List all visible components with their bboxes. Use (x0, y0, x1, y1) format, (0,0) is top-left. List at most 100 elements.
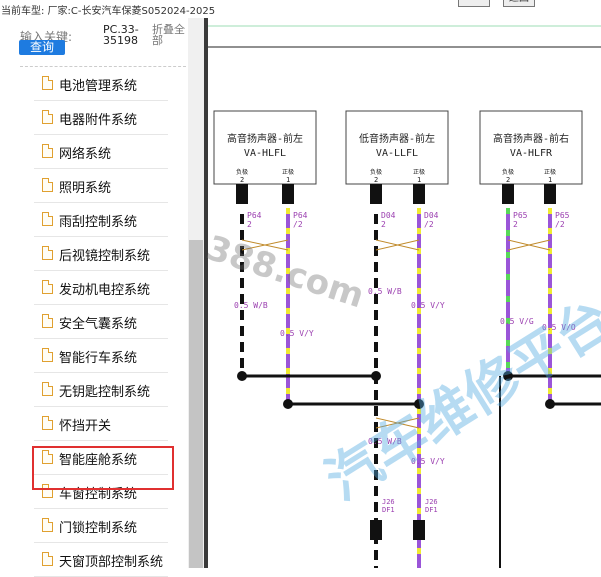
svg-text:P65: P65 (513, 211, 528, 220)
svg-text:正极: 正极 (413, 168, 425, 176)
svg-text:D04: D04 (424, 211, 439, 220)
svg-text:1: 1 (548, 176, 552, 184)
svg-text:0.5 V/O: 0.5 V/O (542, 323, 576, 332)
sidebar-item-label: 电池管理系统 (59, 79, 138, 94)
svg-text:0.5 V/Y: 0.5 V/Y (411, 301, 445, 310)
sidebar-item-label: 门锁控制系统 (59, 521, 138, 536)
sidebar-item[interactable]: 天窗顶部控制系统 (34, 542, 168, 577)
svg-text:J26: J26 (382, 498, 395, 506)
svg-text:2: 2 (247, 220, 252, 229)
svg-text:正极: 正极 (282, 168, 294, 176)
wiring-diagram-canvas: 高音扬声器-前左 VA-HLFL 负极 正极 低音扬声器-前左 VA-LLFL … (208, 25, 601, 568)
svg-text:高音扬声器-前左: 高音扬声器-前左 (227, 132, 303, 145)
svg-text:DF1: DF1 (382, 506, 395, 514)
document-icon (42, 144, 53, 158)
bottom-connector-labels: J26 DF1 J26 DF1 (382, 498, 438, 514)
sidebar-item-label: 天窗顶部控制系统 (59, 555, 164, 570)
document-icon (42, 382, 53, 396)
svg-text:负极: 负极 (502, 168, 514, 176)
sidebar-item-label: 电器附件系统 (59, 113, 138, 128)
sidebar-item-label: 后视镜控制系统 (59, 249, 151, 264)
sidebar-item-label: 怀挡开关 (59, 419, 112, 434)
svg-text:高音扬声器-前右: 高音扬声器-前右 (493, 132, 569, 145)
component-llfl: 低音扬声器-前左 VA-LLFL 负极 正极 (345, 110, 449, 185)
sidebar-item-label: 无钥匙控制系统 (59, 385, 151, 400)
svg-text:/2: /2 (424, 220, 434, 229)
sidebar-item[interactable]: 发动机电控系统 (34, 270, 168, 305)
svg-text:2: 2 (240, 176, 244, 184)
svg-text:0.5 W/B: 0.5 W/B (368, 287, 402, 296)
svg-text:DF1: DF1 (425, 506, 438, 514)
svg-text:负极: 负极 (370, 168, 382, 176)
sidebar-item[interactable]: 照明系统 (34, 168, 168, 203)
sidebar-item-label: 发动机电控系统 (59, 283, 151, 298)
sidebar-item-label: 安全气囊系统 (59, 317, 138, 332)
svg-text:P65: P65 (555, 211, 570, 220)
svg-text:VA-HLFL: VA-HLFL (244, 148, 286, 159)
document-icon (42, 314, 53, 328)
svg-text:/2: /2 (293, 220, 303, 229)
top-status-bar: 当前车型: 厂家:C-长安汽车保菱S052024-2025 返回 (0, 0, 601, 19)
svg-text:VA-HLFR: VA-HLFR (510, 148, 553, 159)
svg-text:0.5 V/G: 0.5 V/G (500, 317, 534, 326)
sidebar: 输入关键: 查询 PC.33-35198 折叠全部 电池管理系统 电器附件系统 … (0, 18, 188, 577)
svg-text:负极: 负极 (236, 168, 248, 176)
svg-text:正极: 正极 (544, 168, 556, 176)
document-icon (42, 212, 53, 226)
component-hlfr: 高音扬声器-前右 VA-HLFR 负极 正极 (479, 110, 583, 185)
svg-text:0.5 V/Y: 0.5 V/Y (411, 457, 445, 466)
component-hlfl: 高音扬声器-前左 VA-HLFL 负极 正极 (213, 110, 317, 185)
document-icon (42, 552, 53, 566)
svg-text:2: 2 (513, 220, 518, 229)
sidebar-item-label: 网络系统 (59, 147, 112, 162)
svg-text:/2: /2 (555, 220, 565, 229)
sidebar-item[interactable]: 无钥匙控制系统 (34, 372, 168, 407)
scrollbar-thumb[interactable] (189, 240, 203, 568)
circuit-code: PC.33-35198 (103, 23, 139, 47)
sidebar-item-label: 雨刮控制系统 (59, 215, 138, 230)
document-icon (42, 280, 53, 294)
sidebar-item[interactable]: 雨刮控制系统 (34, 202, 168, 237)
sidebar-item[interactable]: 后视镜控制系统 (34, 236, 168, 271)
sidebar-item[interactable]: 智能行车系统 (34, 338, 168, 373)
svg-text:0.5 V/Y: 0.5 V/Y (280, 329, 314, 338)
svg-text:0.5 W/B: 0.5 W/B (368, 437, 402, 446)
document-icon (42, 246, 53, 260)
sidebar-item-label: 照明系统 (59, 181, 112, 196)
svg-text:2: 2 (381, 220, 386, 229)
document-icon (42, 76, 53, 90)
sidebar-item[interactable]: 电池管理系统 (34, 66, 168, 101)
connector-plugs (236, 184, 556, 204)
sidebar-item[interactable]: 怀挡开关 (34, 406, 168, 441)
wiring-diagram[interactable]: 高音扬声器-前左 VA-HLFL 负极 正极 低音扬声器-前左 VA-LLFL … (202, 18, 601, 568)
svg-text:低音扬声器-前左: 低音扬声器-前左 (359, 132, 435, 145)
back-button[interactable]: 返回 (503, 0, 535, 7)
document-icon (42, 178, 53, 192)
wires (240, 208, 552, 568)
svg-text:1: 1 (286, 176, 290, 184)
current-vehicle-label: 当前车型: 厂家:C-长安汽车保菱S052024-2025 (1, 6, 216, 17)
toolbar-button[interactable] (458, 0, 490, 7)
connector-labels: P64 2 P64 /2 D04 2 D04 /2 P65 2 P65 /2 (247, 211, 570, 229)
svg-text:0.5 W/B: 0.5 W/B (234, 301, 268, 310)
svg-text:1: 1 (417, 176, 421, 184)
document-icon (42, 110, 53, 124)
svg-text:2: 2 (374, 176, 378, 184)
bottom-connector-plugs (370, 520, 425, 540)
sidebar-item[interactable]: 电器附件系统 (34, 100, 168, 135)
svg-text:P64: P64 (293, 211, 308, 220)
collapse-all-button[interactable]: 折叠全部 (152, 24, 186, 46)
document-icon (42, 518, 53, 532)
document-icon (42, 416, 53, 430)
svg-text:D04: D04 (381, 211, 396, 220)
sidebar-item[interactable]: 安全气囊系统 (34, 304, 168, 339)
document-icon (42, 348, 53, 362)
query-button[interactable]: 查询 (19, 40, 65, 55)
sidebar-item[interactable]: 门锁控制系统 (34, 508, 168, 543)
sidebar-scrollbar[interactable] (188, 18, 204, 568)
sidebar-item[interactable]: 网络系统 (34, 134, 168, 169)
svg-text:P64: P64 (247, 211, 262, 220)
sidebar-item-label: 智能行车系统 (59, 351, 138, 366)
svg-text:2: 2 (506, 176, 510, 184)
svg-text:J26: J26 (425, 498, 438, 506)
